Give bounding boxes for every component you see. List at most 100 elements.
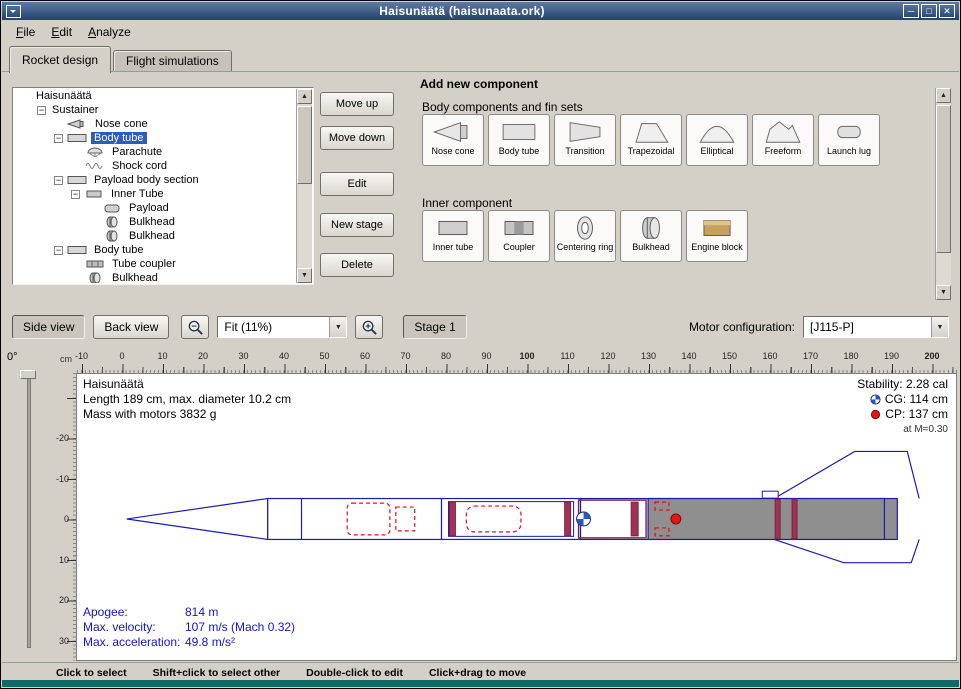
tree-item-shock-cord[interactable]: Shock cord bbox=[14, 159, 296, 173]
tree-item-nose-cone[interactable]: Nose cone bbox=[14, 117, 296, 131]
inner-component-buttons: Inner tube Coupler Centering ring Bulkhead E… bbox=[422, 210, 748, 262]
tree-item-bulkhead[interactable]: Bulkhead bbox=[14, 229, 296, 243]
inner-component-label: Inner component bbox=[422, 196, 512, 210]
tree-collapse-icon[interactable]: − bbox=[37, 106, 46, 115]
tree-item-body-tube[interactable]: −Body tube bbox=[14, 243, 296, 257]
cp-marker bbox=[671, 514, 681, 524]
rocket-info-block: Haisunäätä Length 189 cm, max. diameter … bbox=[83, 377, 291, 422]
h-ruler-tick-label: 130 bbox=[641, 351, 656, 361]
tree-item-parachute[interactable]: Parachute bbox=[14, 145, 296, 159]
tree-item-payload-body-section[interactable]: −Payload body section bbox=[14, 173, 296, 187]
component-button-label: Engine block bbox=[691, 243, 743, 252]
window-menu-icon[interactable] bbox=[6, 5, 21, 18]
add-coupler-button[interactable]: Coupler bbox=[488, 210, 550, 262]
back-view-button[interactable]: Back view bbox=[93, 315, 169, 339]
v-ruler-tick-label: 20 bbox=[59, 595, 69, 605]
tree-collapse-icon[interactable]: − bbox=[71, 190, 80, 199]
upper-fin-shape bbox=[774, 451, 919, 498]
chevron-down-icon[interactable]: ▼ bbox=[931, 317, 948, 337]
tree-scrollbar-thumb[interactable] bbox=[297, 106, 312, 184]
innertube-icon bbox=[431, 214, 475, 242]
menu-analyze[interactable]: Analyze bbox=[80, 22, 139, 42]
scroll-down-arrow-icon[interactable]: ▼ bbox=[297, 268, 312, 283]
side-view-button[interactable]: Side view bbox=[12, 315, 85, 339]
zoom-in-button[interactable] bbox=[355, 315, 383, 339]
tree-collapse-icon[interactable]: − bbox=[54, 134, 63, 143]
bulkhead-icon bbox=[629, 214, 673, 242]
cp-icon bbox=[870, 409, 881, 420]
rotation-slider-handle[interactable] bbox=[20, 370, 36, 379]
h-ruler-tick-label: 100 bbox=[519, 351, 534, 361]
titlebar[interactable]: Haisunäätä (haisunaata.ork) ─ □ ✕ bbox=[2, 2, 959, 20]
scroll-up-arrow-icon[interactable]: ▲ bbox=[936, 88, 951, 103]
stage-1-toggle[interactable]: Stage 1 bbox=[403, 315, 466, 339]
menu-edit[interactable]: Edit bbox=[43, 22, 80, 42]
move-down-button[interactable]: Move down bbox=[320, 126, 394, 150]
tree-item-tube-coupler[interactable]: Tube coupler bbox=[14, 257, 296, 271]
status-hint: Shift+click to select other bbox=[153, 667, 281, 679]
h-ruler-tick-label: 20 bbox=[198, 351, 208, 361]
tree-item-bulkhead[interactable]: Bulkhead bbox=[14, 271, 296, 283]
trapezoidal-icon bbox=[629, 118, 673, 146]
tree-scrollbar[interactable]: ▲ ▼ bbox=[296, 89, 312, 283]
add-engine-block-button[interactable]: Engine block bbox=[686, 210, 748, 262]
close-button[interactable]: ✕ bbox=[939, 4, 955, 18]
component-button-label: Body tube bbox=[499, 147, 540, 156]
tree-item-label: Haisunäätä bbox=[33, 90, 95, 102]
menu-file[interactable]: File bbox=[8, 22, 43, 42]
rotation-slider[interactable] bbox=[22, 370, 34, 648]
add-transition-button[interactable]: Transition bbox=[554, 114, 616, 166]
tree-item-haisun-t-[interactable]: Haisunäätä bbox=[14, 89, 296, 103]
add-freeform-button[interactable]: Freeform bbox=[752, 114, 814, 166]
add-elliptical-button[interactable]: Elliptical bbox=[686, 114, 748, 166]
tab-rocket-design[interactable]: Rocket design bbox=[9, 46, 111, 73]
tree-collapse-icon[interactable]: − bbox=[54, 246, 63, 255]
delete-button[interactable]: Delete bbox=[320, 253, 394, 277]
horizontal-ruler: -100102030405060708090100110120130140150… bbox=[76, 350, 957, 373]
v-ruler-tick-label: 0 bbox=[64, 514, 69, 524]
minimize-button[interactable]: ─ bbox=[903, 4, 919, 18]
component-button-label: Centering ring bbox=[557, 243, 614, 252]
add-launch-lug-button[interactable]: Launch lug bbox=[818, 114, 880, 166]
bulkhead-shape bbox=[631, 502, 638, 536]
v-ruler-tick-label: 10 bbox=[59, 555, 69, 565]
component-button-label: Coupler bbox=[503, 243, 535, 252]
rocket-diagram-area: 0° cm -100102030405060708090100110120130… bbox=[2, 348, 959, 662]
zoom-out-button[interactable] bbox=[181, 315, 209, 339]
component-tree-panel: Haisunäätä−SustainerNose cone−Body tubeP… bbox=[12, 87, 314, 285]
scroll-up-arrow-icon[interactable]: ▲ bbox=[297, 89, 312, 104]
scroll-down-arrow-icon[interactable]: ▼ bbox=[936, 285, 951, 300]
h-ruler-tick-label: 110 bbox=[560, 351, 574, 361]
chevron-down-icon[interactable]: ▼ bbox=[329, 317, 346, 337]
mach-note: at M=0.30 bbox=[857, 422, 948, 437]
edit-button[interactable]: Edit bbox=[320, 172, 394, 196]
tree-item-sustainer[interactable]: −Sustainer bbox=[14, 103, 296, 117]
tree-collapse-icon[interactable]: − bbox=[54, 176, 63, 185]
add-panel-scrollbar-thumb[interactable] bbox=[936, 105, 951, 253]
add-trapezoidal-button[interactable]: Trapezoidal bbox=[620, 114, 682, 166]
zoom-select[interactable]: Fit (11%) ▼ bbox=[217, 316, 347, 338]
tree-item-payload[interactable]: Payload bbox=[14, 201, 296, 215]
rocket-canvas[interactable]: Haisunäätä Length 189 cm, max. diameter … bbox=[76, 373, 957, 661]
freeform-icon bbox=[761, 118, 805, 146]
maximize-button[interactable]: □ bbox=[921, 4, 937, 18]
tree-item-bulkhead[interactable]: Bulkhead bbox=[14, 215, 296, 229]
add-bulkhead-button[interactable]: Bulkhead bbox=[620, 210, 682, 262]
move-up-button[interactable]: Move up bbox=[320, 92, 394, 116]
motor-configuration-group: Motor configuration: [J115-P] ▼ bbox=[689, 316, 949, 338]
add-nose-cone-button[interactable]: Nose cone bbox=[422, 114, 484, 166]
tree-item-inner-tube[interactable]: −Inner Tube bbox=[14, 187, 296, 201]
new-stage-button[interactable]: New stage bbox=[320, 213, 394, 237]
transition-icon bbox=[563, 118, 607, 146]
tab-flight-simulations[interactable]: Flight simulations bbox=[113, 50, 232, 72]
v-ruler-tick-label: -20 bbox=[56, 433, 69, 443]
motor-configuration-value: [J115-P] bbox=[804, 317, 931, 337]
motor-configuration-select[interactable]: [J115-P] ▼ bbox=[803, 316, 949, 338]
add-centering-ring-button[interactable]: Centering ring bbox=[554, 210, 616, 262]
rocket-mass-line: Mass with motors 3832 g bbox=[83, 407, 291, 422]
tree-item-body-tube[interactable]: −Body tube bbox=[14, 131, 296, 145]
stability-line: Stability: 2.28 cal bbox=[857, 377, 948, 392]
add-panel-scrollbar[interactable]: ▲ ▼ bbox=[935, 88, 951, 300]
add-inner-tube-button[interactable]: Inner tube bbox=[422, 210, 484, 262]
add-body-tube-button[interactable]: Body tube bbox=[488, 114, 550, 166]
